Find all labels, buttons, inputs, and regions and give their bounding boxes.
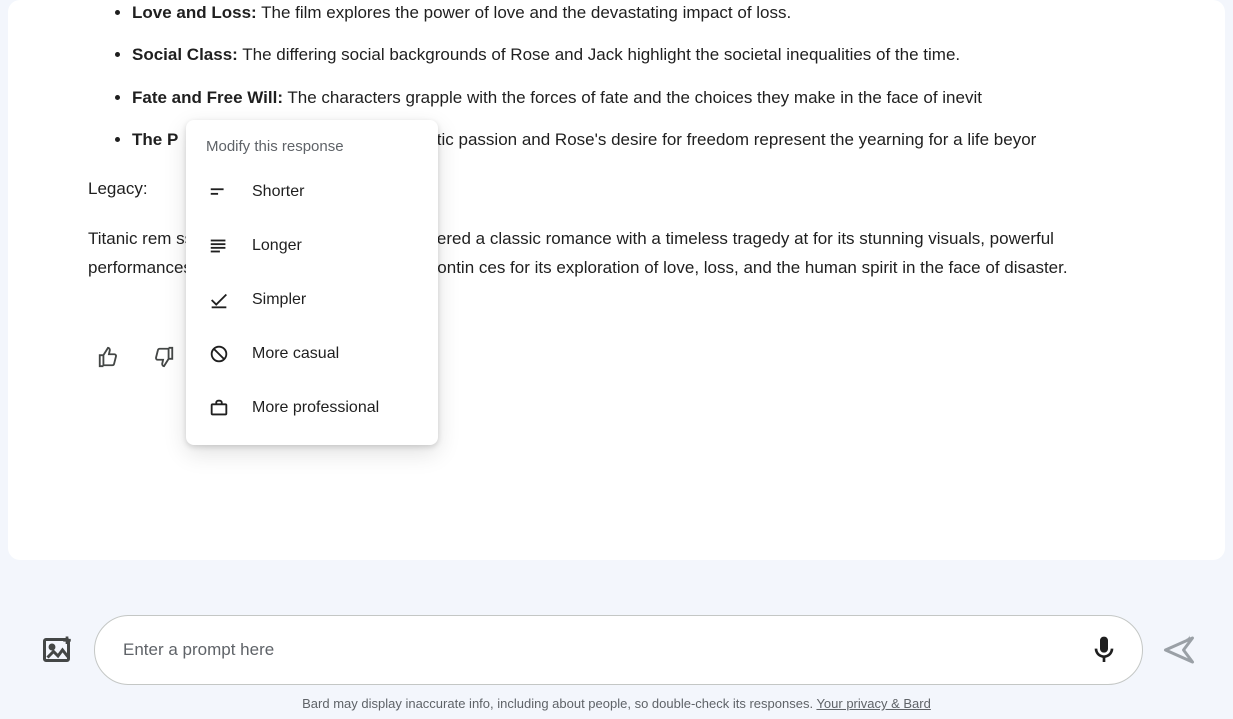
theme-label: Fate and Free Will:: [132, 88, 283, 107]
theme-text: The characters grapple with the forces o…: [283, 88, 982, 107]
menu-label: Shorter: [252, 183, 304, 201]
menu-item-longer[interactable]: Longer: [186, 219, 438, 273]
thumbs-up-icon: [97, 346, 119, 368]
menu-item-shorter[interactable]: Shorter: [186, 165, 438, 219]
upload-image-button[interactable]: [40, 632, 76, 668]
thumbs-down-button[interactable]: [144, 337, 184, 377]
popup-title: Modify this response: [186, 126, 438, 165]
thumbs-up-button[interactable]: [88, 337, 128, 377]
sparkle-icon: ✦: [1185, 634, 1193, 645]
disclaimer: Bard may display inaccurate info, includ…: [0, 696, 1233, 711]
menu-label: More professional: [252, 399, 379, 417]
briefcase-icon: [208, 397, 230, 419]
theme-text: stic passion and Rose's desire for freed…: [428, 130, 1036, 149]
long-text-icon: [208, 235, 230, 257]
theme-label: The P: [132, 130, 178, 149]
microphone-icon: [1088, 634, 1120, 666]
prompt-field[interactable]: [94, 615, 1143, 685]
disclaimer-text: Bard may display inaccurate info, includ…: [302, 696, 816, 711]
theme-label: Social Class:: [132, 45, 238, 64]
menu-item-professional[interactable]: More professional: [186, 381, 438, 435]
privacy-link[interactable]: Your privacy & Bard: [816, 696, 930, 711]
menu-item-casual[interactable]: More casual: [186, 327, 438, 381]
thumbs-down-icon: [153, 346, 175, 368]
list-item: Fate and Free Will: The characters grapp…: [132, 85, 1145, 111]
send-button[interactable]: ✦: [1161, 632, 1197, 668]
response-card: Love and Loss: The film explores the pow…: [8, 0, 1225, 560]
short-text-icon: [208, 181, 230, 203]
list-item: Love and Loss: The film explores the pow…: [132, 0, 1145, 26]
list-item: Social Class: The differing social backg…: [132, 42, 1145, 68]
menu-label: More casual: [252, 345, 339, 363]
modify-response-menu: Modify this response Shorter Longer Simp…: [186, 120, 438, 445]
menu-label: Longer: [252, 237, 302, 255]
check-underline-icon: [208, 289, 230, 311]
casual-icon: [208, 343, 230, 365]
composer-row: ✦: [0, 615, 1233, 685]
prompt-input[interactable]: [123, 640, 1088, 660]
theme-text: The film explores the power of love and …: [257, 3, 792, 22]
microphone-button[interactable]: [1088, 634, 1120, 666]
image-plus-icon: [40, 632, 76, 668]
theme-text: The differing social backgrounds of Rose…: [238, 45, 960, 64]
menu-item-simpler[interactable]: Simpler: [186, 273, 438, 327]
menu-label: Simpler: [252, 291, 306, 309]
theme-label: Love and Loss:: [132, 3, 257, 22]
